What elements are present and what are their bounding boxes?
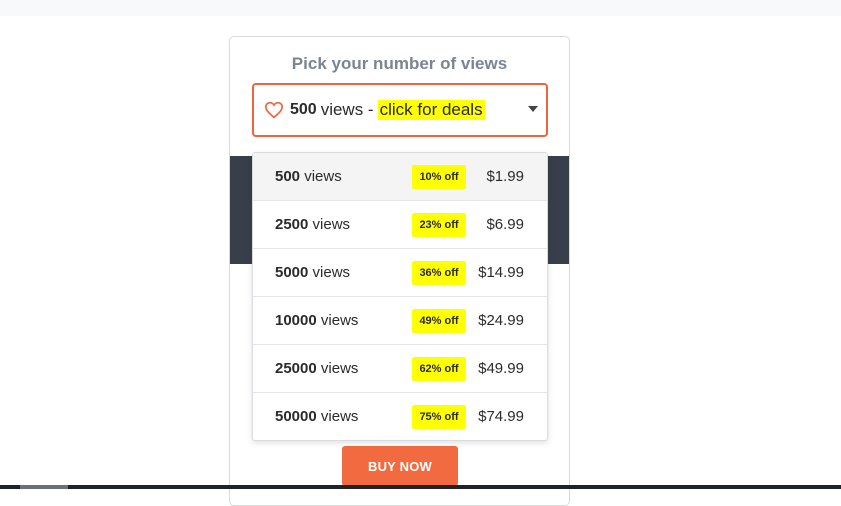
discount-badge: 10% off bbox=[412, 165, 466, 189]
option-count: 2500 bbox=[275, 216, 309, 233]
discount-badge: 62% off bbox=[412, 357, 466, 381]
option-count: 10000 bbox=[275, 312, 317, 329]
option-unit: views bbox=[320, 408, 359, 425]
option-unit: views bbox=[304, 168, 342, 185]
option-label: 10000 views bbox=[275, 297, 358, 344]
option-unit: views bbox=[312, 216, 351, 233]
option-price: $1.99 bbox=[486, 168, 524, 185]
caret-down-icon bbox=[528, 106, 538, 112]
option-count: 25000 bbox=[275, 360, 317, 377]
option-500[interactable]: 500 views 10% off $1.99 bbox=[253, 153, 547, 201]
views-select[interactable]: 500 views - click for deals bbox=[252, 83, 548, 137]
top-strip bbox=[0, 0, 841, 16]
option-unit: views bbox=[320, 360, 359, 377]
option-label: 25000 views bbox=[275, 345, 358, 392]
option-label: 5000 views bbox=[275, 249, 350, 296]
deals-highlight: click for deals bbox=[377, 100, 485, 120]
discount-badge: 36% off bbox=[412, 261, 466, 285]
option-label: 500 views bbox=[275, 153, 342, 200]
selected-count: 500 bbox=[290, 101, 317, 118]
option-2500[interactable]: 2500 views 23% off $6.99 bbox=[253, 201, 547, 249]
option-price: $74.99 bbox=[478, 408, 524, 425]
discount-badge: 49% off bbox=[412, 309, 466, 333]
option-price: $49.99 bbox=[478, 360, 524, 377]
discount-badge: 75% off bbox=[412, 405, 466, 429]
option-label: 50000 views bbox=[275, 393, 358, 440]
option-10000[interactable]: 10000 views 49% off $24.99 bbox=[253, 297, 547, 345]
option-count: 5000 bbox=[275, 264, 309, 281]
heart-icon bbox=[264, 101, 284, 119]
option-50000[interactable]: 50000 views 75% off $74.99 bbox=[253, 393, 547, 441]
views-dropdown: 500 views 10% off $1.99 2500 views 23% o… bbox=[252, 152, 548, 441]
option-count: 50000 bbox=[275, 408, 317, 425]
option-price: $24.99 bbox=[478, 312, 524, 329]
option-unit: views bbox=[312, 264, 351, 281]
picker-title: Pick your number of views bbox=[291, 54, 508, 73]
bottom-bar-segment bbox=[20, 485, 68, 489]
option-5000[interactable]: 5000 views 36% off $14.99 bbox=[253, 249, 547, 297]
option-count: 500 bbox=[275, 168, 301, 185]
option-label: 2500 views bbox=[275, 201, 350, 248]
selected-unit: views - bbox=[320, 100, 374, 119]
bottom-bar bbox=[0, 485, 841, 489]
option-price: $6.99 bbox=[486, 216, 524, 233]
option-unit: views bbox=[320, 312, 359, 329]
discount-badge: 23% off bbox=[412, 213, 466, 237]
buy-now-button[interactable]: BUY NOW bbox=[342, 446, 458, 486]
option-price: $14.99 bbox=[478, 264, 524, 281]
option-25000[interactable]: 25000 views 62% off $49.99 bbox=[253, 345, 547, 393]
